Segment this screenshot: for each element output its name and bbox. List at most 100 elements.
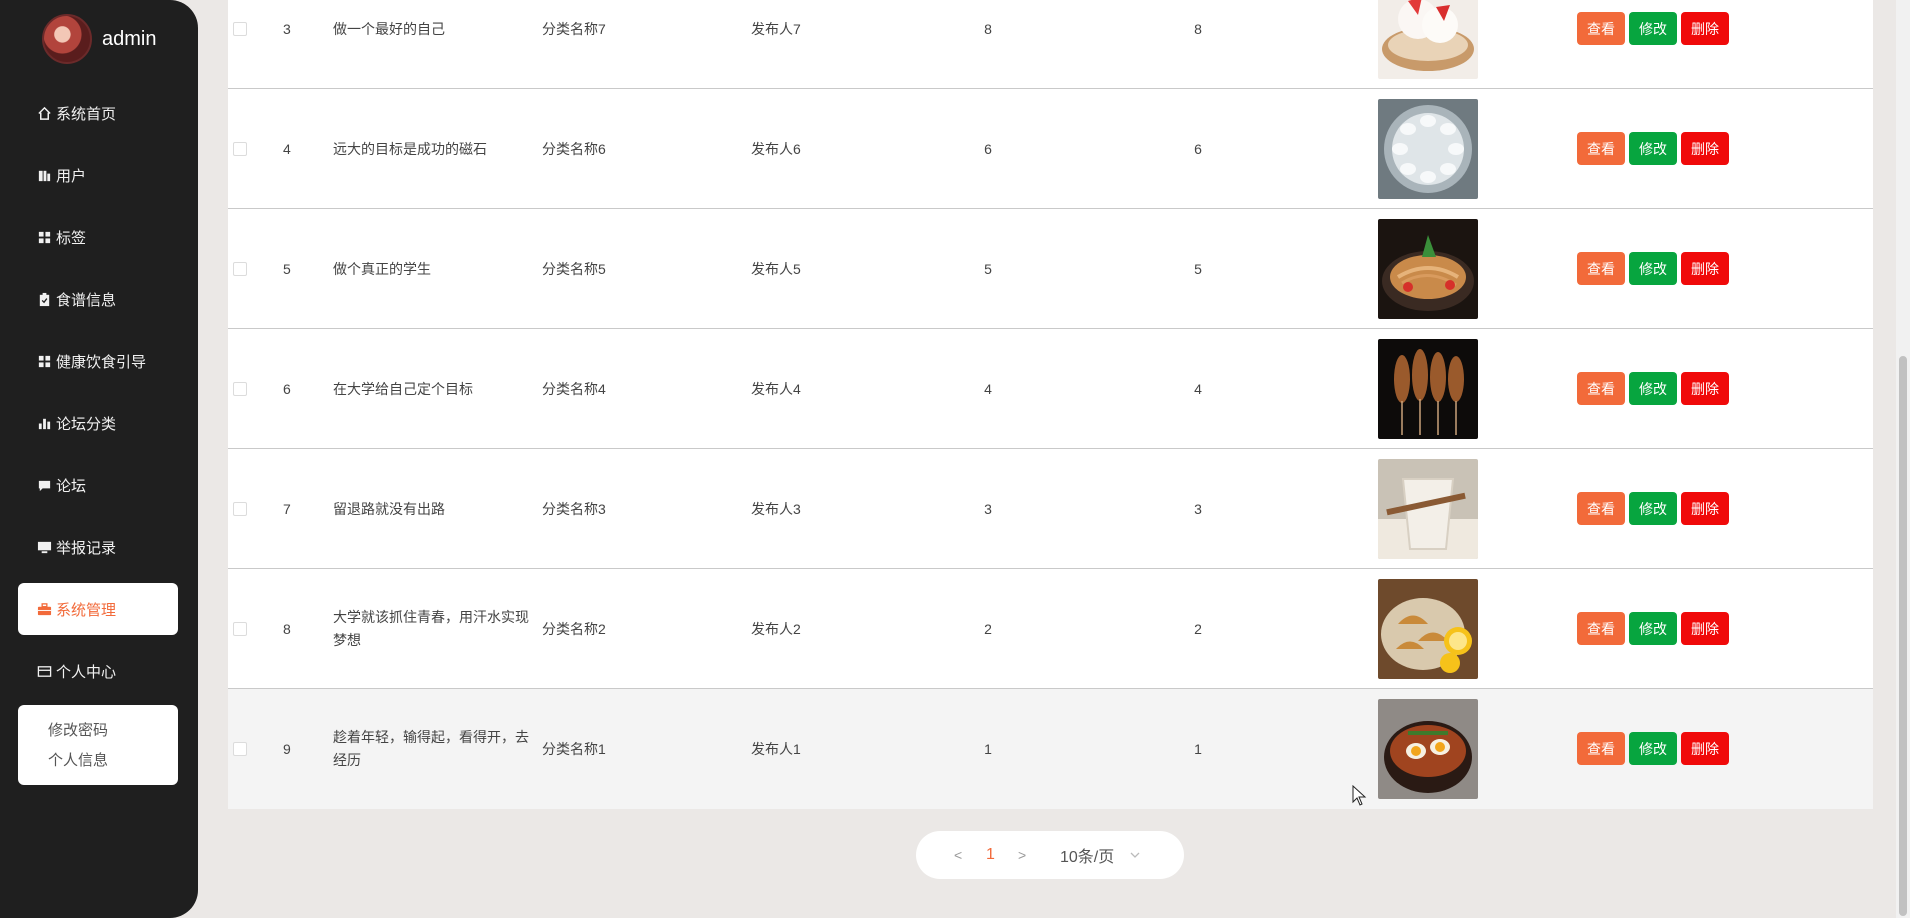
row-checkbox[interactable]	[233, 742, 247, 756]
edit-button[interactable]: 修改	[1629, 492, 1677, 525]
row-title: 做个真正的学生	[333, 260, 431, 277]
current-page[interactable]: 1	[986, 846, 995, 864]
row-title: 在大学给自己定个目标	[333, 380, 473, 397]
scrollbar-thumb[interactable]	[1899, 356, 1907, 916]
view-button[interactable]: 查看	[1577, 252, 1625, 285]
sidebar-item-label: 系统管理	[56, 601, 117, 619]
table-row: 6 在大学给自己定个目标 分类名称4 发布人4 4 4 查看 修改 删除	[228, 329, 1873, 449]
row-checkbox[interactable]	[233, 382, 247, 396]
sidebar-item-forum-category[interactable]: 论坛分类	[18, 397, 178, 449]
edit-button[interactable]: 修改	[1629, 132, 1677, 165]
sidebar-item-reports[interactable]: 举报记录	[18, 521, 178, 573]
edit-button[interactable]: 修改	[1629, 732, 1677, 765]
grid-icon	[36, 230, 53, 245]
sidebar-item-label: 用户	[56, 167, 87, 185]
row-publisher: 发布人2	[751, 621, 801, 637]
delete-button[interactable]: 删除	[1681, 132, 1729, 165]
row-count-1: 5	[984, 261, 992, 277]
table-row: 9 趁着年轻，输得起，看得开，去经历 分类名称1 发布人1 1 1 查看 修改 …	[228, 689, 1873, 809]
row-actions: 查看 修改 删除	[1577, 492, 1729, 525]
row-count-2: 5	[1194, 261, 1202, 277]
delete-button[interactable]: 删除	[1681, 612, 1729, 645]
delete-button[interactable]: 删除	[1681, 732, 1729, 765]
sidebar-item-label: 个人中心	[56, 663, 117, 681]
edit-button[interactable]: 修改	[1629, 612, 1677, 645]
row-category: 分类名称7	[542, 21, 606, 37]
recipe-image	[1378, 459, 1478, 559]
submenu-item-change-password[interactable]: 修改密码	[48, 721, 178, 751]
home-icon	[36, 106, 53, 121]
row-category: 分类名称1	[542, 741, 606, 757]
table-row: 7 留退路就没有出路 分类名称3 发布人3 3 3 查看 修改 删除	[228, 449, 1873, 569]
row-publisher: 发布人5	[751, 261, 801, 277]
sidebar-item-label: 食谱信息	[56, 291, 117, 309]
row-actions: 查看 修改 删除	[1577, 132, 1729, 165]
row-count-2: 3	[1194, 501, 1202, 517]
view-button[interactable]: 查看	[1577, 132, 1625, 165]
next-page-button[interactable]: >	[1018, 847, 1026, 863]
row-count-2: 1	[1194, 741, 1202, 757]
row-count-1: 2	[984, 621, 992, 637]
row-title: 留退路就没有出路	[333, 500, 445, 517]
delete-button[interactable]: 删除	[1681, 492, 1729, 525]
monitor-icon	[36, 540, 53, 555]
sidebar-item-tags[interactable]: 标签	[18, 211, 178, 263]
view-button[interactable]: 查看	[1577, 12, 1625, 45]
row-title: 远大的目标是成功的磁石	[333, 140, 487, 157]
vertical-scrollbar[interactable]	[1896, 0, 1910, 918]
sidebar-item-label: 论坛	[56, 477, 87, 495]
row-count-2: 8	[1194, 21, 1202, 37]
row-count-1: 6	[984, 141, 992, 157]
row-publisher: 发布人3	[751, 501, 801, 517]
row-id: 4	[283, 141, 291, 157]
row-checkbox[interactable]	[233, 142, 247, 156]
view-button[interactable]: 查看	[1577, 732, 1625, 765]
row-id: 8	[283, 621, 291, 637]
users-icon	[36, 168, 53, 183]
chevron-down-icon[interactable]	[1130, 848, 1140, 862]
table-row: 8 大学就该抓住青春，用汗水实现梦想 分类名称2 发布人2 2 2 查看 修改 …	[228, 569, 1873, 689]
sidebar-item-label: 系统首页	[56, 105, 117, 123]
delete-button[interactable]: 删除	[1681, 12, 1729, 45]
sidebar-item-system-management[interactable]: 系统管理	[18, 583, 178, 635]
table-row: 5 做个真正的学生 分类名称5 发布人5 5 5 查看 修改 删除	[228, 209, 1873, 329]
mouse-cursor-icon	[1352, 785, 1367, 806]
view-button[interactable]: 查看	[1577, 612, 1625, 645]
row-checkbox[interactable]	[233, 22, 247, 36]
row-count-1: 4	[984, 381, 992, 397]
pagination: < 1 > 10条/页	[916, 831, 1184, 879]
row-actions: 查看 修改 删除	[1577, 372, 1729, 405]
delete-button[interactable]: 删除	[1681, 372, 1729, 405]
row-count-1: 1	[984, 741, 992, 757]
edit-button[interactable]: 修改	[1629, 252, 1677, 285]
sidebar-menu: 系统首页 用户 标签 食谱信息 健康饮食引导 论坛分类 论坛 举报记录 系统管理…	[0, 87, 198, 707]
view-button[interactable]: 查看	[1577, 372, 1625, 405]
sidebar-item-forum[interactable]: 论坛	[18, 459, 178, 511]
page-size-select[interactable]: 10条/页	[1060, 843, 1114, 867]
sidebar-item-personal-center[interactable]: 个人中心	[18, 645, 178, 697]
row-checkbox[interactable]	[233, 502, 247, 516]
prev-page-button[interactable]: <	[954, 847, 962, 863]
sidebar-item-users[interactable]: 用户	[18, 149, 178, 201]
sidebar-item-label: 健康饮食引导	[56, 353, 147, 371]
sidebar-item-recipes[interactable]: 食谱信息	[18, 273, 178, 325]
row-checkbox[interactable]	[233, 622, 247, 636]
view-button[interactable]: 查看	[1577, 492, 1625, 525]
avatar[interactable]	[42, 14, 92, 64]
edit-button[interactable]: 修改	[1629, 372, 1677, 405]
row-title: 大学就该抓住青春，用汗水实现梦想	[333, 609, 529, 648]
edit-button[interactable]: 修改	[1629, 12, 1677, 45]
row-count-1: 8	[984, 21, 992, 37]
row-category: 分类名称6	[542, 141, 606, 157]
row-count-2: 4	[1194, 381, 1202, 397]
submenu-item-personal-info[interactable]: 个人信息	[48, 751, 178, 781]
sidebar-item-diet-guide[interactable]: 健康饮食引导	[18, 335, 178, 387]
sidebar-item-label: 举报记录	[56, 539, 117, 557]
row-count-2: 6	[1194, 141, 1202, 157]
profile: admin	[42, 14, 156, 64]
row-checkbox[interactable]	[233, 262, 247, 276]
sidebar-item-home[interactable]: 系统首页	[18, 87, 178, 139]
delete-button[interactable]: 删除	[1681, 252, 1729, 285]
row-id: 5	[283, 261, 291, 277]
table-row: 4 远大的目标是成功的磁石 分类名称6 发布人6 6 6 查看 修改 删除	[228, 89, 1873, 209]
